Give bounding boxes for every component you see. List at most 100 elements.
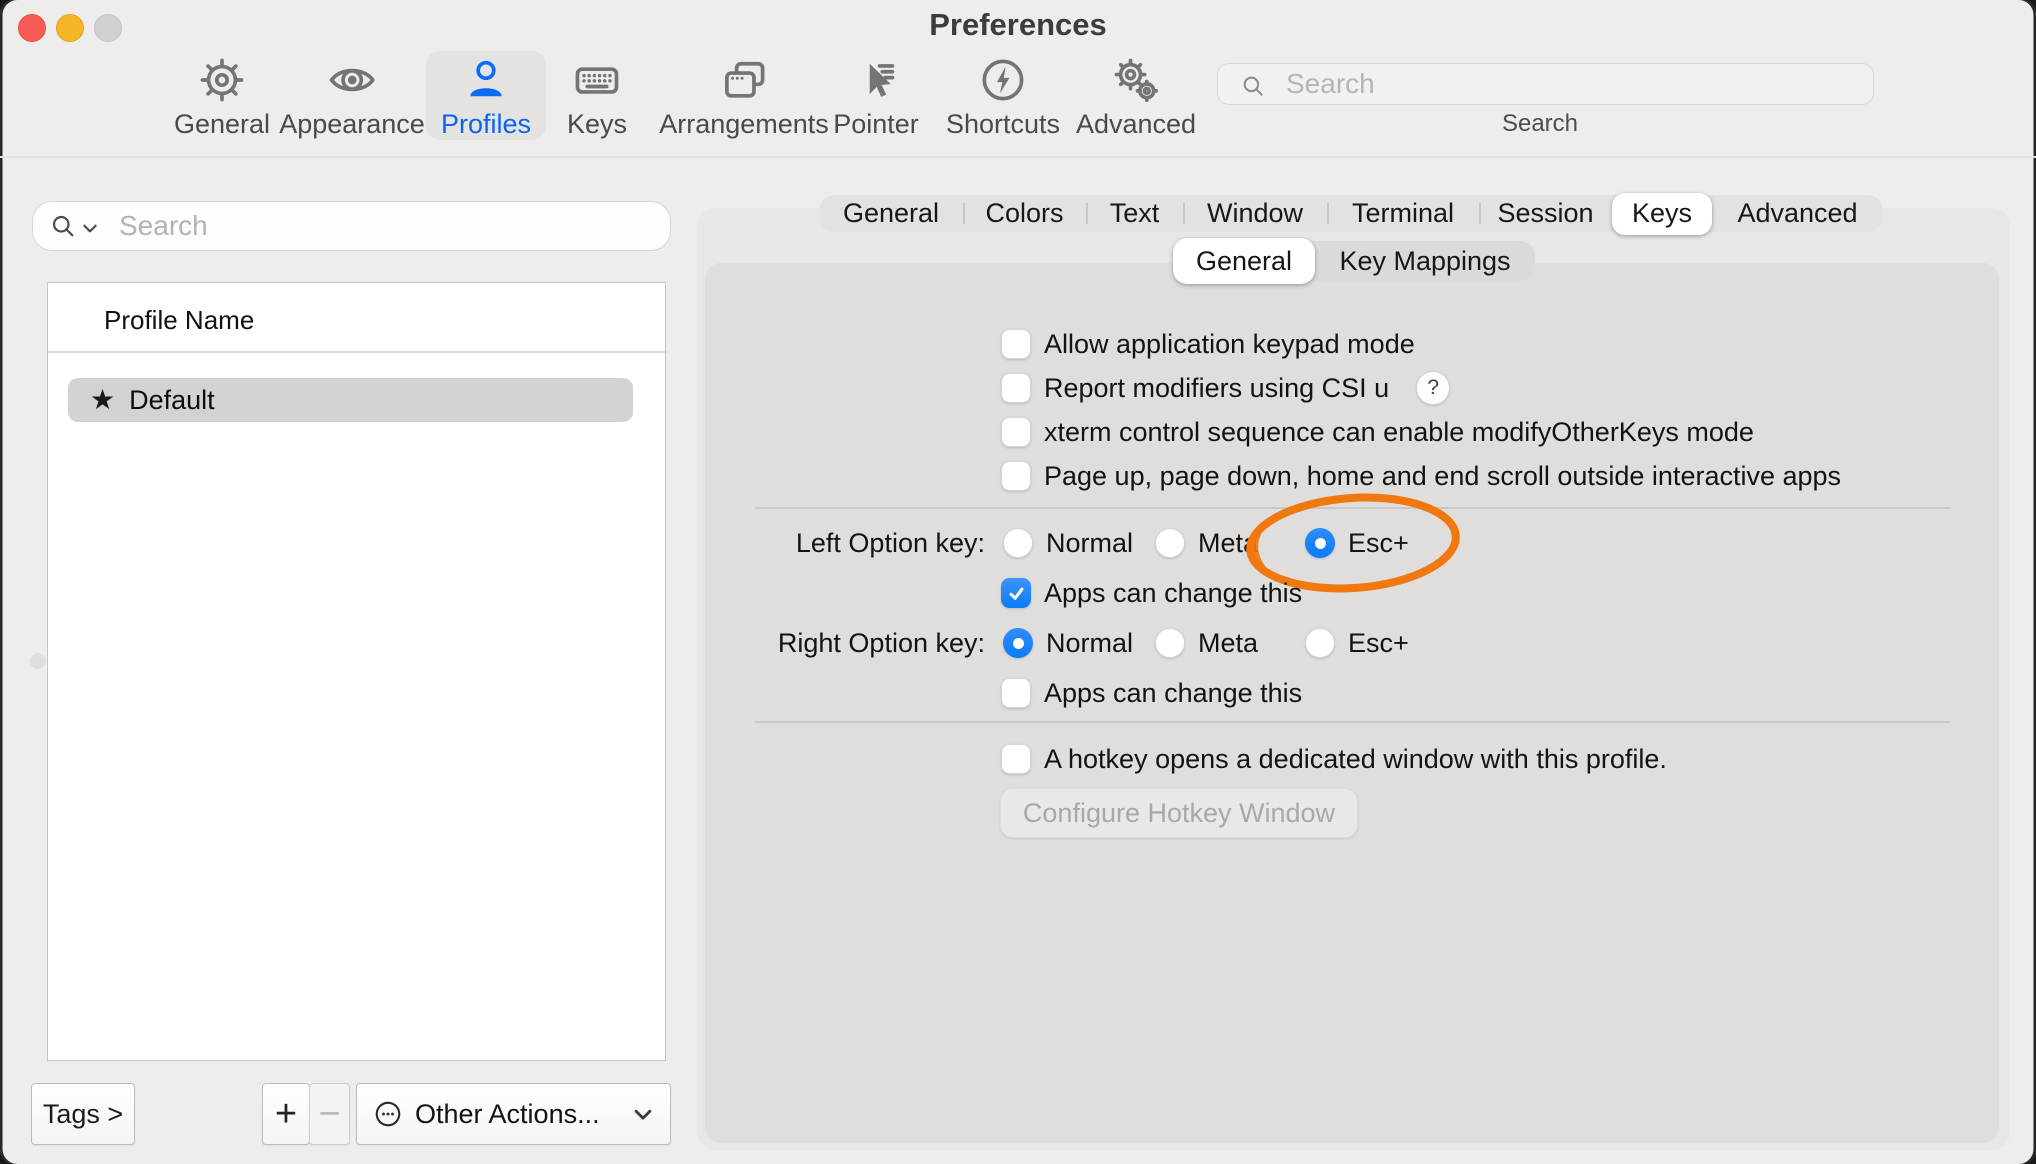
tab-keys[interactable]: Keys <box>1612 193 1712 235</box>
toolbar-label: Profiles <box>441 111 531 138</box>
radio-unchecked[interactable] <box>1003 528 1033 558</box>
profile-tab-bar: General Colors Text Window Terminal Sess… <box>819 195 1883 232</box>
radio-label: Meta <box>1198 528 1258 558</box>
chevron-down-icon <box>632 1103 654 1125</box>
radio-left-meta[interactable]: Meta <box>1155 527 1258 559</box>
search-icon <box>49 212 77 240</box>
checkbox-label: xterm control sequence can enable modify… <box>1044 417 1754 447</box>
section-divider <box>755 721 1950 723</box>
checkbox-unchecked[interactable] <box>1001 744 1031 774</box>
checkbox-label: Report modifiers using CSI u <box>1044 373 1389 403</box>
add-profile-button[interactable]: + <box>262 1083 310 1145</box>
section-divider <box>755 507 1950 509</box>
radio-right-meta[interactable]: Meta <box>1155 627 1258 659</box>
gear-icon <box>196 54 248 106</box>
tab-colors[interactable]: Colors <box>963 195 1086 232</box>
person-icon <box>460 54 512 106</box>
checkbox-row-apps-change-right[interactable]: Apps can change this <box>1001 677 1302 709</box>
tab-terminal[interactable]: Terminal <box>1327 195 1479 232</box>
toolbar-label: Arrangements <box>659 111 829 138</box>
list-header-divider <box>48 351 665 353</box>
profile-search-field[interactable] <box>32 201 671 251</box>
tab-general[interactable]: General <box>819 195 963 232</box>
keys-subtab-bar: General Key Mappings <box>1173 241 1535 281</box>
subtab-key-mappings[interactable]: Key Mappings <box>1315 241 1535 281</box>
checkbox-label: Apps can change this <box>1044 578 1302 608</box>
profile-list: Profile Name ★ Default <box>47 282 666 1061</box>
profile-row-default[interactable]: ★ Default <box>68 378 633 422</box>
checkbox-label: A hotkey opens a dedicated window with t… <box>1044 744 1667 774</box>
profile-list-header: Profile Name <box>104 305 254 336</box>
radio-checked[interactable] <box>1305 528 1335 558</box>
configure-hotkey-window-button: Configure Hotkey Window <box>1000 788 1358 838</box>
profile-name: Default <box>129 385 215 416</box>
keyboard-icon <box>571 54 623 106</box>
checkbox-row-apps-change-left[interactable]: Apps can change this <box>1001 577 1302 609</box>
toolbar-item-keys[interactable]: Keys <box>552 51 642 140</box>
radio-unchecked[interactable] <box>1155 528 1185 558</box>
checkbox-label: Apps can change this <box>1044 678 1302 708</box>
radio-unchecked[interactable] <box>1305 628 1335 658</box>
gears-icon <box>1110 54 1162 106</box>
eye-icon <box>326 54 378 106</box>
checkbox-unchecked[interactable] <box>1001 678 1031 708</box>
tab-text[interactable]: Text <box>1086 195 1183 232</box>
right-option-label: Right Option key: <box>697 628 985 658</box>
radio-unchecked[interactable] <box>1155 628 1185 658</box>
tab-window[interactable]: Window <box>1183 195 1327 232</box>
tags-button[interactable]: Tags > <box>31 1083 135 1145</box>
remove-profile-button: − <box>309 1083 350 1145</box>
toolbar-search-input[interactable] <box>1284 66 1848 102</box>
toolbar-divider <box>0 156 2036 158</box>
checkbox-row-csi-u[interactable]: Report modifiers using CSI u ? <box>1001 372 1450 404</box>
radio-right-normal[interactable]: Normal <box>1003 627 1133 659</box>
radio-label: Normal <box>1046 528 1133 558</box>
window-title: Preferences <box>0 7 2036 43</box>
checkbox-row-keypad[interactable]: Allow application keypad mode <box>1001 328 1415 360</box>
checkbox-unchecked[interactable] <box>1001 461 1031 491</box>
other-actions-dropdown[interactable]: Other Actions... <box>356 1083 671 1145</box>
toolbar-item-appearance[interactable]: Appearance <box>264 51 440 140</box>
checkbox-row-modifyotherkeys[interactable]: xterm control sequence can enable modify… <box>1001 416 1754 448</box>
toolbar-item-pointer[interactable]: Pointer <box>818 51 934 140</box>
checkbox-unchecked[interactable] <box>1001 417 1031 447</box>
checkbox-checked[interactable] <box>1001 578 1031 608</box>
check-icon <box>1007 584 1026 603</box>
preferences-window: Preferences General Appearance Profile <box>0 0 2036 1164</box>
checkbox-label: Page up, page down, home and end scroll … <box>1044 461 1841 491</box>
toolbar-label: Advanced <box>1076 111 1196 138</box>
windows-icon <box>718 54 770 106</box>
star-icon: ★ <box>90 386 115 414</box>
checkbox-label: Allow application keypad mode <box>1044 329 1415 359</box>
cursor-icon <box>850 54 902 106</box>
checkbox-unchecked[interactable] <box>1001 373 1031 403</box>
radio-left-normal[interactable]: Normal <box>1003 527 1133 559</box>
profile-search-input[interactable] <box>117 206 641 246</box>
toolbar-label: Shortcuts <box>946 111 1060 138</box>
search-icon <box>1240 73 1266 99</box>
radio-checked[interactable] <box>1003 628 1033 658</box>
radio-right-esc[interactable]: Esc+ <box>1305 627 1409 659</box>
help-button[interactable]: ? <box>1416 371 1450 405</box>
toolbar-item-profiles[interactable]: Profiles <box>426 51 546 140</box>
subtab-general[interactable]: General <box>1173 238 1315 284</box>
lightning-icon <box>977 54 1029 106</box>
other-actions-label: Other Actions... <box>415 1099 620 1130</box>
toolbar-label: General <box>174 111 270 138</box>
toolbar-label: Pointer <box>833 111 919 138</box>
radio-left-esc[interactable]: Esc+ <box>1305 527 1409 559</box>
toolbar-item-arrangements[interactable]: Arrangements <box>644 51 844 140</box>
toolbar-item-shortcuts[interactable]: Shortcuts <box>931 51 1075 140</box>
checkbox-row-scroll-outside[interactable]: Page up, page down, home and end scroll … <box>1001 460 1841 492</box>
tab-session[interactable]: Session <box>1479 195 1612 232</box>
radio-label: Esc+ <box>1348 628 1409 658</box>
chevron-down-icon[interactable] <box>81 221 99 235</box>
toolbar-item-advanced[interactable]: Advanced <box>1061 51 1211 140</box>
toolbar-search-field[interactable] <box>1217 63 1874 105</box>
ellipsis-circle-icon <box>373 1099 403 1129</box>
checkbox-unchecked[interactable] <box>1001 329 1031 359</box>
toolbar-label: Keys <box>567 111 627 138</box>
tab-advanced[interactable]: Advanced <box>1712 195 1883 232</box>
scroll-dot <box>30 653 46 669</box>
checkbox-row-hotkey[interactable]: A hotkey opens a dedicated window with t… <box>1001 743 1667 775</box>
